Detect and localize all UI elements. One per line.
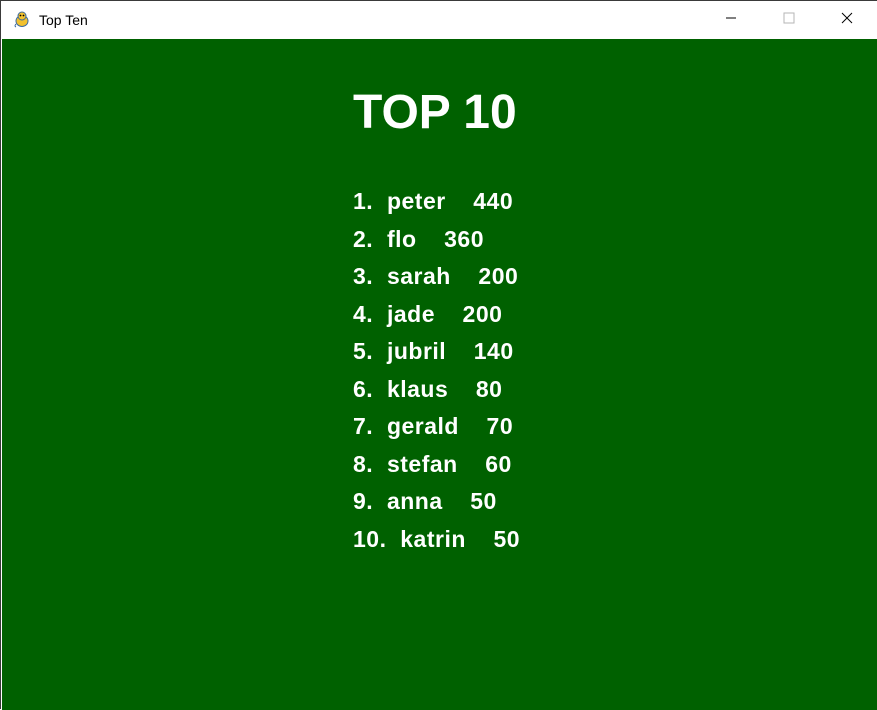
- minimize-button[interactable]: [702, 1, 760, 39]
- score-entry: 2. flo 360: [353, 225, 484, 252]
- score-entry: 1. peter 440: [353, 188, 514, 214]
- scoreboard-heading: TOP 10: [353, 86, 517, 139]
- score-entry: 5. jubril 140: [353, 338, 514, 364]
- title-bar[interactable]: Top Ten: [1, 1, 877, 39]
- maximize-icon: [783, 11, 795, 29]
- score-entry: 7. gerald 70: [353, 413, 514, 439]
- close-button[interactable]: [818, 1, 876, 39]
- score-entry: 3. sarah 200: [353, 263, 519, 289]
- score-list: 1. peter 440 2. flo 360 3. sarah 200 4. …: [353, 184, 520, 559]
- pygame-snake-icon: [13, 10, 31, 28]
- window-title: Top Ten: [39, 12, 88, 28]
- score-entry: 4. jade 200: [353, 300, 503, 327]
- score-entry: 9. anna 50: [353, 488, 497, 514]
- score-entry: 6. klaus 80: [353, 375, 503, 402]
- score-entry: 8. stefan 60: [353, 450, 512, 477]
- minimize-icon: [725, 11, 737, 29]
- close-icon: [841, 11, 853, 29]
- maximize-button[interactable]: [760, 1, 818, 39]
- score-entry: 10. katrin 50: [353, 525, 521, 552]
- app-window: Top Ten TOP 10 1. peter 440 2. flo 360 3…: [0, 0, 877, 710]
- game-canvas: TOP 10 1. peter 440 2. flo 360 3. sarah …: [2, 39, 877, 710]
